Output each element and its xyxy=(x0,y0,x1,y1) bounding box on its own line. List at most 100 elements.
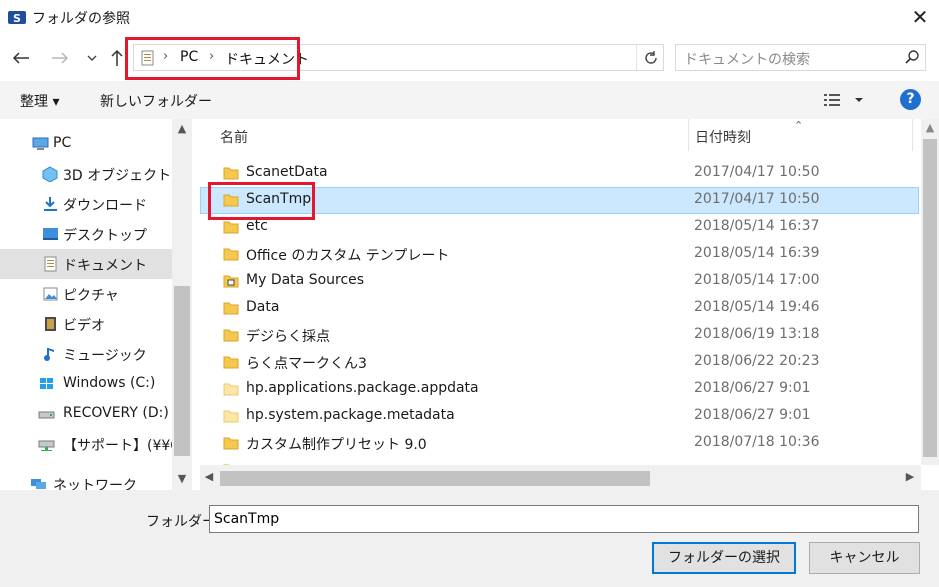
nav-item-pc[interactable]: PC xyxy=(0,129,172,159)
new-folder-button[interactable]: 新しいフォルダー xyxy=(100,91,212,111)
nav-label: デスクトップ xyxy=(63,228,147,244)
refresh-button[interactable] xyxy=(640,47,662,69)
nav-item-videos[interactable]: ビデオ xyxy=(0,309,172,339)
nav-item-desktop[interactable]: デスクトップ xyxy=(0,219,172,249)
help-button[interactable]: ? xyxy=(900,89,921,110)
data-sources-folder-icon xyxy=(223,275,239,288)
file-row[interactable]: etc 2018/05/14 16:37 xyxy=(200,214,919,241)
file-row[interactable]: hp.system.package.metadata 2018/06/27 9:… xyxy=(200,403,919,430)
nav-label: ネットワーク xyxy=(53,478,137,490)
navigation-pane: PC 3D オブジェクト ダウンロード デスクトップ ドキュメント ピクチャ ビ… xyxy=(0,119,192,490)
file-row[interactable]: デジらく採点 2018/06/19 13:18 xyxy=(200,322,919,349)
scrollbar-thumb[interactable] xyxy=(220,471,650,486)
documents-icon xyxy=(44,256,57,272)
videos-icon xyxy=(45,317,56,331)
nav-label: 3D オブジェクト xyxy=(63,168,172,184)
file-name: My Data Sources xyxy=(246,272,365,288)
nav-label: ダウンロード xyxy=(63,198,147,214)
nav-label: ミュージック xyxy=(63,348,147,364)
view-options-button[interactable] xyxy=(822,91,864,109)
network-drive-icon xyxy=(38,440,55,451)
file-row-partial[interactable] xyxy=(200,457,919,465)
scroll-up-button[interactable]: ▲ xyxy=(921,119,939,137)
desktop-icon xyxy=(43,228,58,240)
music-icon xyxy=(44,348,54,361)
file-row[interactable]: Office のカスタム テンプレート 2018/05/14 16:39 xyxy=(200,241,919,268)
forward-arrow-icon xyxy=(52,52,69,64)
file-row[interactable]: カスタム制作プリセット 9.0 2018/07/18 10:36 xyxy=(200,430,919,457)
pictures-icon xyxy=(43,287,58,301)
scroll-left-button[interactable]: ◀ xyxy=(200,468,218,486)
breadcrumb-documents[interactable]: ドキュメント xyxy=(225,49,309,69)
file-date: 2018/05/14 19:46 xyxy=(694,299,820,315)
file-date: 2017/04/17 10:50 xyxy=(694,164,820,180)
up-arrow-icon xyxy=(111,49,123,66)
select-folder-button[interactable]: フォルダーの選択 xyxy=(652,542,796,574)
up-button[interactable] xyxy=(106,47,128,69)
file-date: 2018/07/18 10:36 xyxy=(694,434,820,450)
network-icon xyxy=(31,479,46,489)
nav-item-documents[interactable]: ドキュメント xyxy=(0,249,172,279)
nav-item-network[interactable]: ネットワーク xyxy=(0,469,172,490)
nav-item-3d-objects[interactable]: 3D オブジェクト xyxy=(0,159,172,189)
file-row[interactable]: らく点マークくん3 2018/06/22 20:23 xyxy=(200,349,919,376)
search-icon xyxy=(905,50,919,64)
column-divider[interactable] xyxy=(688,119,689,151)
file-list-horizontal-scrollbar[interactable]: ◀ ▶ xyxy=(200,465,921,490)
file-row[interactable]: hp.applications.package.appdata 2018/06/… xyxy=(200,376,919,403)
scrollbar-thumb[interactable] xyxy=(923,139,937,457)
nav-pane-scrollbar[interactable]: ▲ ▼ xyxy=(172,119,192,490)
organize-button[interactable]: 整理 ▾ xyxy=(20,91,59,111)
address-divider xyxy=(636,45,637,70)
file-name: etc xyxy=(246,218,268,234)
file-date: 2017/04/17 10:50 xyxy=(694,191,820,207)
cancel-button[interactable]: キャンセル xyxy=(809,542,920,574)
pc-icon xyxy=(32,137,49,150)
file-name: らく点マークくん3 xyxy=(246,356,367,372)
column-header-date[interactable]: 日付時刻 xyxy=(695,127,751,147)
title-bar: S フォルダの参照 ✕ xyxy=(0,0,939,36)
breadcrumb-separator: › xyxy=(163,49,169,64)
nav-item-windows-drive[interactable]: Windows (C:) xyxy=(0,369,172,399)
file-date: 2018/05/14 17:00 xyxy=(694,272,820,288)
column-divider[interactable] xyxy=(912,119,913,151)
file-row[interactable]: Data 2018/05/14 19:46 xyxy=(200,295,919,322)
folder-icon xyxy=(223,167,239,180)
scroll-right-button[interactable]: ▶ xyxy=(901,468,919,486)
dialog-footer: フォルダー: フォルダーの選択 キャンセル xyxy=(0,490,939,587)
breadcrumb-pc[interactable]: PC xyxy=(180,49,198,65)
nav-item-recovery-drive[interactable]: RECOVERY (D:) xyxy=(0,399,172,429)
address-bar[interactable]: › PC › ドキュメント xyxy=(133,44,664,71)
forward-button[interactable] xyxy=(49,47,71,69)
search-box[interactable]: ドキュメントの検索 xyxy=(675,44,926,71)
file-list-vertical-scrollbar[interactable]: ▲ xyxy=(921,119,939,465)
file-row-selected[interactable]: ScanTmp 2017/04/17 10:50 xyxy=(200,187,919,214)
file-name: カスタム制作プリセット 9.0 xyxy=(246,437,427,453)
nav-item-support-share[interactable]: 【サポート】(¥¥OCI xyxy=(0,429,192,459)
nav-label: PC xyxy=(53,135,72,151)
recent-locations-button[interactable] xyxy=(81,47,103,69)
close-button[interactable]: ✕ xyxy=(906,4,934,30)
svg-text:S: S xyxy=(13,12,21,25)
nav-label: ドキュメント xyxy=(63,258,147,274)
folder-icon xyxy=(223,194,239,207)
scrollbar-thumb[interactable] xyxy=(174,286,190,456)
sort-ascending-icon: ⌃ xyxy=(794,119,804,132)
app-icon: S xyxy=(8,11,26,25)
scroll-down-button[interactable]: ▼ xyxy=(172,469,192,489)
file-date: 2018/06/27 9:01 xyxy=(694,407,811,423)
column-header-name[interactable]: 名前 xyxy=(220,127,248,147)
back-button[interactable] xyxy=(10,47,32,69)
nav-item-pictures[interactable]: ピクチャ xyxy=(0,279,172,309)
file-name: ScanTmp xyxy=(246,191,312,207)
file-date: 2018/05/14 16:39 xyxy=(694,245,820,261)
folder-name-input[interactable] xyxy=(209,505,919,533)
folder-icon xyxy=(223,383,239,396)
file-date: 2018/06/22 20:23 xyxy=(694,353,820,369)
drive-icon xyxy=(38,411,55,419)
file-row[interactable]: ScanetData 2017/04/17 10:50 xyxy=(200,160,919,187)
nav-item-music[interactable]: ミュージック xyxy=(0,339,172,369)
nav-item-downloads[interactable]: ダウンロード xyxy=(0,189,172,219)
file-row[interactable]: My Data Sources 2018/05/14 17:00 xyxy=(200,268,919,295)
scroll-up-button[interactable]: ▲ xyxy=(172,119,192,139)
